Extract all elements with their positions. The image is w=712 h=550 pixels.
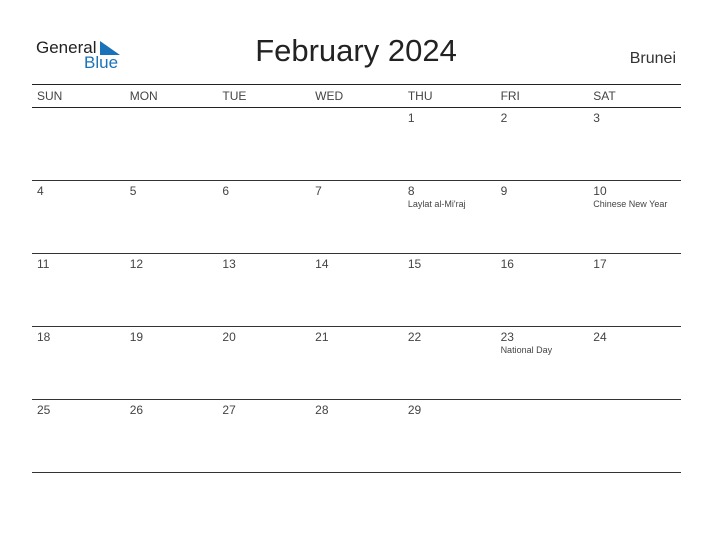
day-cell: 20 xyxy=(217,327,310,399)
weekday-wed: WED xyxy=(315,89,344,103)
day-cell: 4 xyxy=(32,181,125,253)
day-number: 6 xyxy=(222,184,230,198)
day-cell: 21 xyxy=(310,327,403,399)
day-cell: 23 National Day xyxy=(496,327,589,399)
week-row: 1 2 3 xyxy=(32,108,681,181)
day-number: 19 xyxy=(129,330,144,344)
week-row: 11 12 13 14 15 16 17 xyxy=(32,254,681,327)
day-number: 4 xyxy=(37,184,44,198)
day-number: 8 xyxy=(407,184,415,198)
day-number: 27 xyxy=(222,403,236,417)
day-cell: 29 xyxy=(403,400,496,472)
day-number: 15 xyxy=(407,257,422,271)
day-cell: 25 xyxy=(32,400,125,472)
day-number: 7 xyxy=(315,184,322,198)
day-cell: 3 xyxy=(588,108,681,180)
day-number: 2 xyxy=(500,111,508,125)
day-number: 25 xyxy=(37,403,51,417)
day-cell xyxy=(496,400,589,472)
weekday-mon: MON xyxy=(129,89,158,103)
weekday-sun: SUN xyxy=(37,89,63,103)
day-number: 20 xyxy=(222,330,236,344)
holiday-label: National Day xyxy=(500,345,553,355)
day-cell: 14 xyxy=(310,254,403,326)
calendar-grid: SUN MON TUE WED THU FRI SAT 1 2 3 4 5 6 7 8 Laylat al-… xyxy=(32,84,681,473)
day-cell xyxy=(125,108,218,180)
day-cell: 18 xyxy=(32,327,125,399)
week-row: 4 5 6 7 8 Laylat al-Mi'raj 9 10 Chinese New Year xyxy=(32,181,681,254)
day-cell: 1 xyxy=(403,108,496,180)
day-number: 17 xyxy=(593,257,607,271)
weekday-sat: SAT xyxy=(593,89,616,103)
day-cell xyxy=(217,108,310,180)
day-cell: 27 xyxy=(217,400,310,472)
day-cell: 2 xyxy=(496,108,589,180)
day-number: 26 xyxy=(129,403,144,417)
day-cell: 26 xyxy=(125,400,218,472)
day-cell: 22 xyxy=(403,327,496,399)
day-cell: 24 xyxy=(588,327,681,399)
day-cell: 17 xyxy=(588,254,681,326)
day-number: 23 xyxy=(500,330,514,344)
weekday-header: SUN MON TUE WED THU FRI SAT xyxy=(32,84,681,108)
day-number: 1 xyxy=(407,111,415,125)
day-number: 28 xyxy=(315,403,329,417)
day-number: 13 xyxy=(222,257,236,271)
country-label: Brunei xyxy=(629,50,676,67)
day-number: 24 xyxy=(593,330,607,344)
day-cell xyxy=(32,108,125,180)
day-number: 3 xyxy=(593,111,600,125)
day-number: 29 xyxy=(407,403,422,417)
day-number: 11 xyxy=(37,257,50,271)
day-cell: 13 xyxy=(217,254,310,326)
day-number: 18 xyxy=(37,330,51,344)
week-row: 25 26 27 28 29 xyxy=(32,400,681,473)
weekday-fri: FRI xyxy=(500,89,520,103)
holiday-label: Laylat al-Mi'raj xyxy=(407,199,466,209)
page-title: February 2024 xyxy=(255,33,457,68)
day-cell: 11 xyxy=(32,254,125,326)
holiday-label: Chinese New Year xyxy=(593,199,668,209)
weekday-thu: THU xyxy=(407,89,433,103)
day-cell: 28 xyxy=(310,400,403,472)
day-number: 5 xyxy=(129,184,137,198)
day-cell: 9 xyxy=(496,181,589,253)
day-cell xyxy=(588,400,681,472)
day-cell: 10 Chinese New Year xyxy=(588,181,681,253)
day-number: 14 xyxy=(315,257,329,271)
day-cell: 6 xyxy=(217,181,310,253)
day-cell: 7 xyxy=(310,181,403,253)
day-cell: 5 xyxy=(125,181,218,253)
day-number: 12 xyxy=(129,257,144,271)
day-cell: 19 xyxy=(125,327,218,399)
day-number: 10 xyxy=(593,184,607,198)
day-cell: 8 Laylat al-Mi'raj xyxy=(403,181,496,253)
day-number: 16 xyxy=(500,257,514,271)
day-number: 9 xyxy=(500,184,508,198)
day-cell: 16 xyxy=(496,254,589,326)
day-cell: 12 xyxy=(125,254,218,326)
day-cell: 15 xyxy=(403,254,496,326)
day-cell xyxy=(310,108,403,180)
day-number: 22 xyxy=(407,330,422,344)
week-row: 18 19 20 21 22 23 National Day 24 xyxy=(32,327,681,400)
weekday-tue: TUE xyxy=(222,89,247,103)
day-number: 21 xyxy=(315,330,329,344)
